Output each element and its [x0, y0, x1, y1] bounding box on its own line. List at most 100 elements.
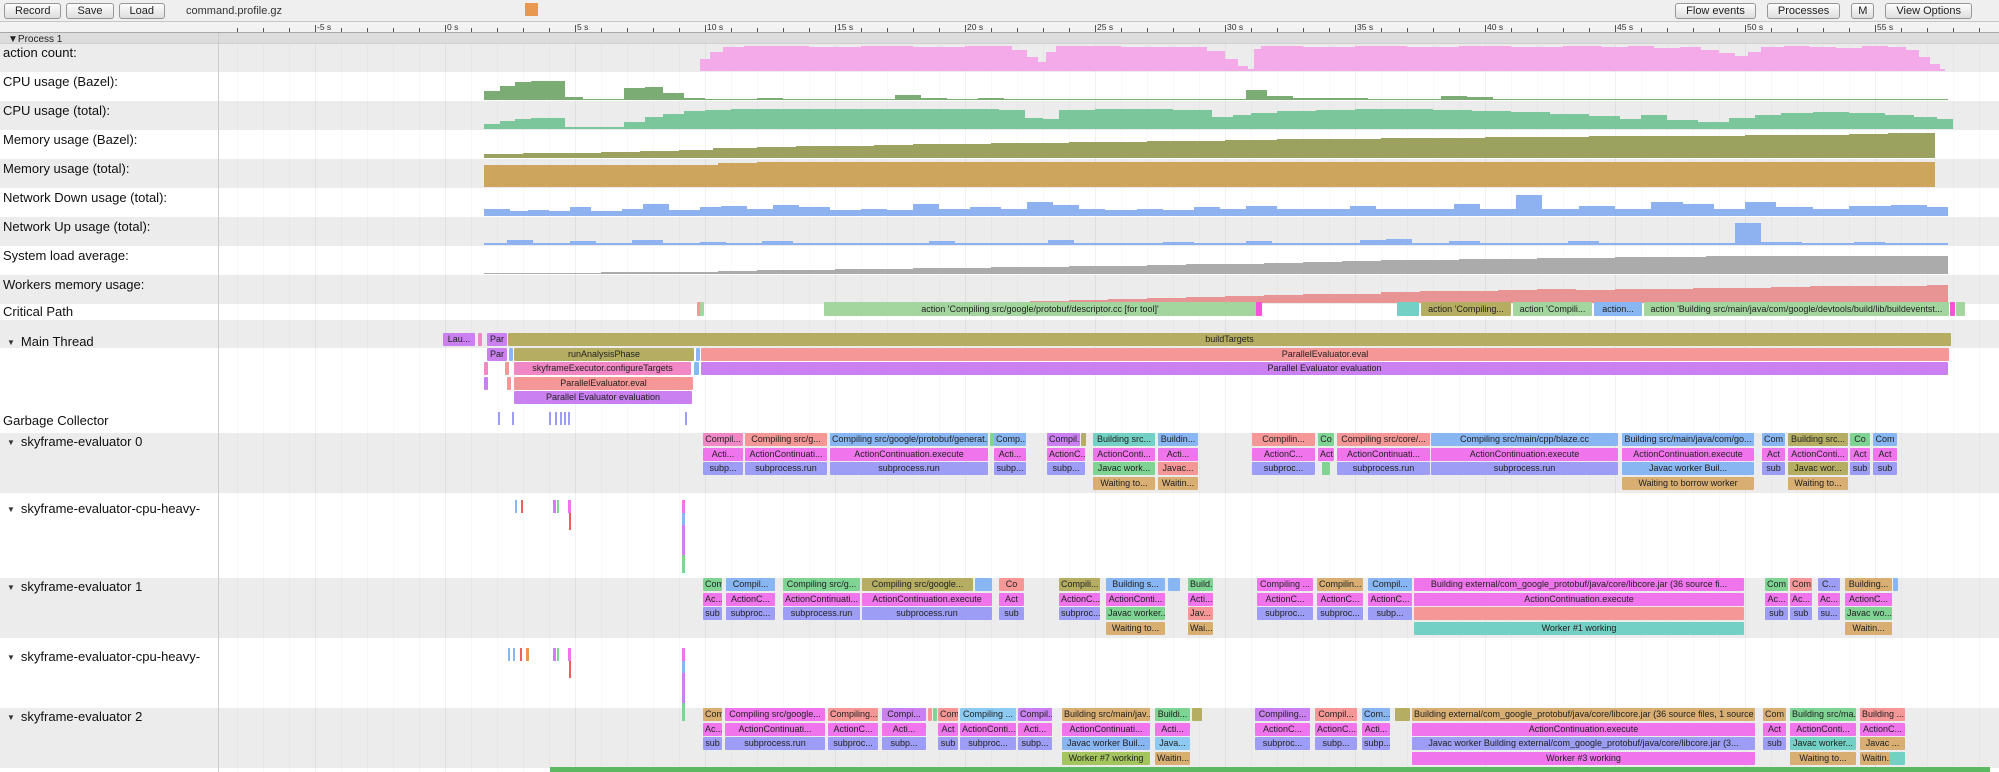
trace-slice[interactable] — [1256, 302, 1262, 316]
trace-slice[interactable]: sub — [1765, 607, 1788, 620]
trace-slice[interactable]: ActionContinuati... — [783, 593, 860, 606]
trace-event-mark[interactable] — [553, 500, 556, 513]
trace-slice[interactable]: Ac... — [1790, 593, 1812, 606]
trace-slice[interactable]: buildTargets — [508, 333, 1951, 346]
trace-slice[interactable]: Building src... — [1788, 433, 1848, 446]
trace-slice[interactable]: ActionC... — [726, 593, 775, 606]
trace-event-mark[interactable] — [682, 525, 685, 555]
trace-event-mark[interactable] — [569, 513, 571, 530]
trace-slice[interactable]: Javac worker... — [1790, 737, 1856, 750]
trace-slice[interactable]: subprocess.run — [862, 607, 992, 620]
trace-event-mark[interactable] — [512, 412, 514, 425]
trace-slice[interactable] — [507, 377, 511, 390]
trace-slice[interactable]: Waiting to... — [1106, 622, 1165, 635]
trace-slice[interactable]: Compil... — [703, 433, 743, 446]
trace-slice[interactable]: Javac ... — [1860, 737, 1905, 750]
trace-slice[interactable]: ActionContinuati... — [725, 723, 825, 736]
trace-slice[interactable]: Compil... — [726, 578, 775, 591]
trace-slice[interactable] — [1956, 302, 1965, 316]
trace-slice[interactable] — [975, 578, 992, 591]
trace-slice[interactable]: subprocess.run — [783, 607, 860, 620]
trace-slice[interactable]: Wai... — [1188, 622, 1213, 635]
trace-slice[interactable]: Compiling src/g... — [783, 578, 860, 591]
trace-slice[interactable]: Building s... — [1106, 578, 1165, 591]
trace-slice[interactable]: Worker #3 working — [1412, 752, 1755, 765]
trace-slice[interactable]: subproc... — [1059, 607, 1100, 620]
trace-slice[interactable]: skyframeExecutor.configureTargets — [514, 362, 691, 375]
track-label-critical-path[interactable]: Critical Path — [3, 304, 73, 319]
trace-slice[interactable]: Compiling src/google... — [862, 578, 973, 591]
trace-slice[interactable]: Com... — [1362, 708, 1390, 721]
trace-slice[interactable]: sub — [1763, 737, 1786, 750]
trace-slice[interactable]: sub — [1790, 607, 1812, 620]
trace-event-mark[interactable] — [560, 412, 562, 425]
trace-slice[interactable]: subp... — [1018, 737, 1052, 750]
trace-slice[interactable]: Compilin... — [1252, 433, 1315, 446]
trace-slice[interactable]: Compiling src/google... — [725, 708, 825, 721]
flow-events-button[interactable]: Flow events — [1675, 3, 1756, 19]
chevron-down-icon[interactable]: ▼ — [7, 713, 15, 722]
trace-slice[interactable]: Par — [487, 333, 507, 346]
trace-slice[interactable]: Com — [1762, 433, 1785, 446]
trace-slice[interactable]: Com — [938, 708, 958, 721]
trace-slice[interactable]: Compiling src/core/... — [1337, 433, 1430, 446]
trace-slice[interactable]: Building src/ma... — [1790, 708, 1856, 721]
trace-slice[interactable]: ActionC... — [1368, 593, 1412, 606]
trace-event-mark[interactable] — [568, 500, 571, 513]
trace-slice[interactable]: subproc... — [1252, 462, 1315, 475]
trace-slice[interactable]: ActionC... — [828, 723, 878, 736]
trace-slice[interactable]: ActionConti... — [1106, 593, 1165, 606]
trace-slice[interactable]: Comp... — [994, 433, 1026, 446]
track-label-garbage-collector[interactable]: Garbage Collector — [3, 413, 109, 428]
processes-button[interactable]: Processes — [1767, 3, 1840, 19]
trace-slice[interactable]: subproc... — [726, 607, 775, 620]
trace-slice[interactable]: Act — [1763, 723, 1786, 736]
trace-slice[interactable]: Building... — [1845, 578, 1892, 591]
chevron-down-icon[interactable]: ▼ — [7, 653, 15, 662]
trace-slice[interactable]: Acti... — [994, 448, 1026, 461]
trace-slice[interactable]: ActionConti... — [1788, 448, 1848, 461]
trace-event-mark[interactable] — [521, 500, 523, 513]
trace-slice[interactable]: Compil... — [1047, 433, 1080, 446]
trace-slice[interactable]: Java... — [1155, 737, 1190, 750]
trace-slice[interactable]: Parallel Evaluator evaluation — [701, 362, 1948, 375]
trace-event-mark[interactable] — [520, 648, 522, 661]
trace-slice[interactable]: ActionContinuation.execute — [1414, 593, 1744, 606]
trace-slice[interactable]: Acti... — [1155, 723, 1190, 736]
trace-event-mark[interactable] — [515, 500, 517, 513]
trace-event-mark[interactable] — [564, 412, 566, 425]
trace-slice[interactable]: Building external/com_google_protobuf/ja… — [1412, 708, 1755, 721]
track-label-skyframe-evaluator-1[interactable]: ▼skyframe-evaluator 1 — [3, 579, 142, 594]
trace-slice[interactable]: Com — [703, 578, 722, 591]
chevron-down-icon[interactable]: ▼ — [7, 583, 15, 592]
trace-slice[interactable] — [933, 708, 937, 721]
trace-slice[interactable]: sub — [999, 607, 1024, 620]
trace-slice[interactable]: subprocess.run — [830, 462, 988, 475]
trace-event-mark[interactable] — [513, 648, 515, 661]
trace-slice[interactable]: ActionC... — [1315, 723, 1357, 736]
trace-slice[interactable]: subp... — [994, 462, 1026, 475]
view-options-button[interactable]: View Options — [1885, 3, 1972, 19]
trace-event-mark[interactable] — [553, 648, 556, 661]
trace-slice[interactable]: action... — [1594, 302, 1642, 316]
trace-slice[interactable] — [484, 377, 488, 390]
trace-slice[interactable]: Javac worker... — [1106, 607, 1165, 620]
trace-slice[interactable]: Ac... — [1818, 593, 1840, 606]
trace-event-mark[interactable] — [555, 412, 557, 425]
trace-slice[interactable]: Compiling ... — [960, 708, 1016, 721]
timeline-ruler[interactable]: -5 s0 s5 s10 s15 s20 s25 s30 s35 s40 s45… — [0, 22, 1999, 33]
trace-slice[interactable]: Buildin... — [1158, 433, 1198, 446]
chevron-down-icon[interactable]: ▼ — [7, 505, 15, 514]
trace-slice[interactable]: ActionC... — [1255, 723, 1310, 736]
trace-slice[interactable]: Com — [1790, 578, 1812, 591]
trace-slice[interactable]: ActionC... — [1252, 448, 1315, 461]
trace-slice[interactable]: subproc... — [828, 737, 878, 750]
trace-slice[interactable]: Acti... — [1158, 448, 1198, 461]
save-button[interactable]: Save — [66, 3, 113, 19]
trace-slice[interactable]: Co — [1850, 433, 1870, 446]
trace-slice[interactable]: Buildi... — [1155, 708, 1190, 721]
trace-slice[interactable]: ActionContinuation.execute — [862, 593, 992, 606]
trace-slice[interactable]: Waiting to... — [1790, 752, 1856, 765]
trace-slice[interactable]: subprocess.run — [725, 737, 825, 750]
trace-slice[interactable]: action 'Compiling src/google/protobuf/de… — [824, 302, 1256, 316]
